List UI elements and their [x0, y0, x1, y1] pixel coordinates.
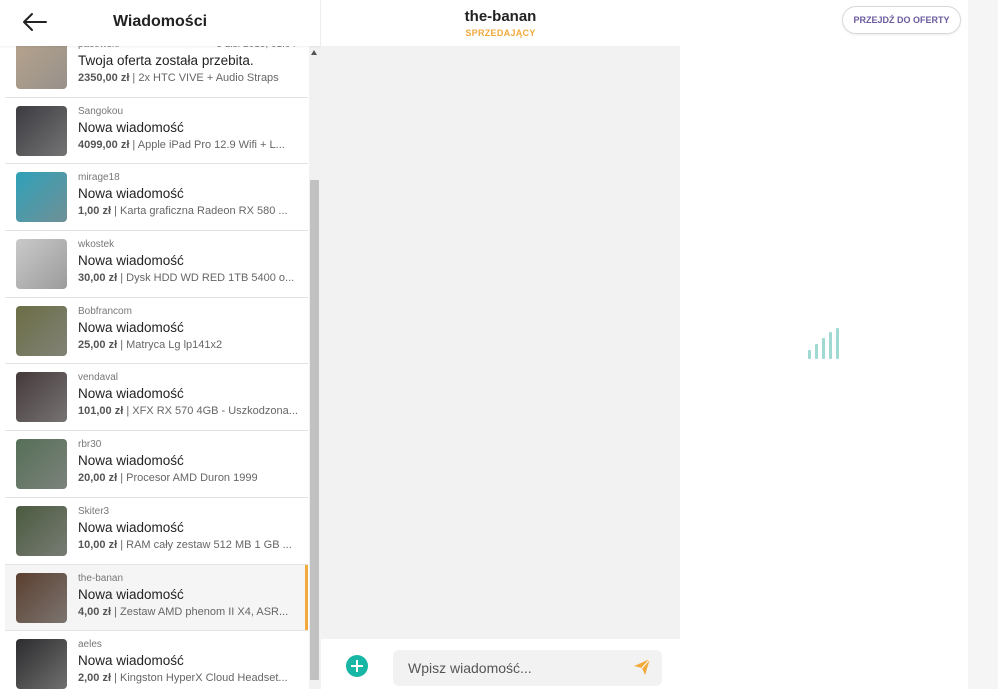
offer-price: 25,00 zł: [78, 338, 118, 351]
page-title: Wiadomości: [112, 13, 208, 30]
conversation-message-title: Nowa wiadomość: [78, 653, 184, 669]
conversation-offer-summary: 10,00 zł | RAM cały zestaw 512 MB 1 GB .…: [78, 539, 300, 551]
conversation-username: the-banan: [78, 572, 124, 584]
conversation-username: vendaval: [78, 372, 119, 384]
offer-price: 30,00 zł: [78, 272, 118, 285]
offer-price: 101,00 zł: [78, 405, 124, 418]
item-thumbnail: [16, 239, 67, 290]
offer-item-name: Dysk HDD WD RED 1TB 5400 o...: [126, 272, 295, 285]
offer-item-name: Karta graficzna Radeon RX 580 ...: [120, 205, 288, 218]
conversation-username: rbr30: [78, 439, 102, 451]
conversation-item[interactable]: mirage18 Nowa wiadomość 1,00 zł | Karta gr…: [5, 164, 308, 232]
price-separator: |: [117, 272, 127, 285]
message-input[interactable]: [393, 650, 662, 686]
offer-price: 4,00 zł: [78, 605, 112, 618]
conversation-item[interactable]: Sangokou Nowa wiadomość 4099,00 zł | Apple…: [5, 97, 308, 165]
conversation-offer-summary: 1,00 zł | Karta graficzna Radeon RX 580 …: [78, 205, 300, 217]
item-thumbnail: [16, 372, 67, 423]
chat-user-role: SPRZEDAJĄCY: [465, 28, 536, 38]
chat-username[interactable]: the-banan: [321, 8, 680, 25]
conversation-offer-summary: 2,00 zł | Kingston HyperX Cloud Headset.…: [78, 672, 300, 684]
conversation-offer-summary: 30,00 zł | Dysk HDD WD RED 1TB 5400 o...: [78, 272, 300, 284]
item-thumbnail: [16, 105, 67, 156]
conversation-message-title: Nowa wiadomość: [78, 119, 184, 135]
conversation-offer-summary: 2350,00 zł | 2x HTC VIVE + Audio Straps: [78, 72, 300, 84]
offer-price: 20,00 zł: [78, 472, 118, 485]
offer-item-name: Apple iPad Pro 12.9 Wifi + L...: [137, 138, 285, 151]
price-separator: |: [117, 538, 127, 551]
conversation-message-title: Nowa wiadomość: [78, 453, 184, 469]
conversation-username: aeles: [78, 639, 102, 651]
offer-item-name: 2x HTC VIVE + Audio Straps: [138, 72, 279, 84]
conversation-message-title: Nowa wiadomość: [78, 186, 184, 202]
page-background-edge: [968, 0, 998, 689]
conversation-item[interactable]: Skiter3 Nowa wiadomość 10,00 zł | RAM cały…: [5, 497, 308, 565]
conversation-message-title: Nowa wiadomość: [78, 386, 184, 402]
offer-item-name: Zestaw AMD phenom II X4, ASR...: [120, 605, 289, 618]
offer-price: 1,00 zł: [78, 205, 112, 218]
conversation-message-title: Nowa wiadomość: [78, 319, 184, 335]
message-composer: [321, 639, 680, 689]
offer-price: 2,00 zł: [78, 672, 112, 685]
paper-plane-icon: [634, 658, 651, 675]
conversation-panel: pacewski9 Lis. 2019, 01:04Twoja oferta z…: [0, 0, 320, 689]
offer-price: 2350,00 zł: [78, 72, 130, 84]
item-thumbnail: [16, 439, 67, 490]
price-separator: |: [111, 205, 121, 218]
item-thumbnail: [16, 39, 67, 89]
offer-price: 10,00 zł: [78, 538, 118, 551]
conversation-message-title: Nowa wiadomość: [78, 253, 184, 269]
chat-panel: the-banan SPRZEDAJĄCY: [321, 0, 680, 689]
conversation-header: Wiadomości: [0, 0, 320, 46]
conversation-offer-summary: 25,00 zł | Matryca Lg lp141x2: [78, 339, 300, 351]
scrollbar-thumb[interactable]: [310, 180, 319, 680]
conversation-offer-summary: 101,00 zł | XFX RX 570 4GB - Uszkodzona.…: [78, 405, 300, 417]
conversation-item[interactable]: rbr30 Nowa wiadomość 20,00 zł | Procesor A…: [5, 431, 308, 498]
add-attachment-button[interactable]: [346, 655, 368, 677]
conversation-list: pacewski9 Lis. 2019, 01:04Twoja oferta z…: [5, 31, 308, 689]
conversation-message-title: Nowa wiadomość: [78, 586, 184, 602]
conversation-username: mirage18: [78, 172, 120, 184]
conversation-username: Sangokou: [78, 105, 124, 117]
conversation-username: wkostek: [78, 239, 115, 251]
conversation-offer-summary: 20,00 zł | Procesor AMD Duron 1999: [78, 472, 300, 484]
conversation-username: Skiter3: [78, 505, 110, 517]
price-separator: |: [117, 338, 127, 351]
item-thumbnail: [16, 572, 67, 623]
price-separator: |: [123, 405, 133, 418]
go-to-offer-button[interactable]: PRZEJDŹ DO OFERTY: [842, 6, 961, 34]
conversation-offer-summary: 4099,00 zł | Apple iPad Pro 12.9 Wifi + …: [78, 139, 300, 151]
offer-item-name: XFX RX 570 4GB - Uszkodzona...: [132, 405, 298, 418]
chat-header: the-banan SPRZEDAJĄCY: [321, 0, 680, 46]
conversation-username: Bobfrancom: [78, 305, 132, 317]
conversation-scrollbar[interactable]: [309, 46, 320, 689]
price-separator: |: [111, 672, 121, 685]
send-button[interactable]: [633, 658, 651, 676]
item-thumbnail: [16, 172, 67, 223]
item-thumbnail: [16, 505, 67, 556]
item-thumbnail: [16, 639, 67, 689]
scroll-up-arrow-icon[interactable]: [311, 50, 317, 55]
price-separator: |: [111, 605, 121, 618]
messages-app: pacewski9 Lis. 2019, 01:04Twoja oferta z…: [0, 0, 998, 689]
conversation-message-title: Nowa wiadomość: [78, 519, 184, 535]
conversation-item[interactable]: the-banan Nowa wiadomość 4,00 zł | Zestaw …: [5, 564, 308, 632]
offer-item-name: Procesor AMD Duron 1999: [126, 472, 258, 485]
conversation-item[interactable]: vendaval Nowa wiadomość 101,00 zł | XFX RX…: [5, 364, 308, 432]
conversation-message-title: Twoja oferta została przebita.: [78, 53, 254, 68]
offer-price: 4099,00 zł: [78, 138, 130, 151]
conversation-offer-summary: 4,00 zł | Zestaw AMD phenom II X4, ASR..…: [78, 606, 300, 618]
conversation-item[interactable]: aeles Nowa wiadomość 2,00 zł | Kingston Hy…: [5, 631, 308, 689]
price-separator: |: [129, 138, 138, 151]
price-separator: |: [129, 72, 139, 84]
offer-item-name: Matryca Lg lp141x2: [126, 338, 223, 351]
item-thumbnail: [16, 305, 67, 356]
offer-item-name: Kingston HyperX Cloud Headset...: [120, 672, 288, 685]
offer-item-name: RAM cały zestaw 512 MB 1 GB ...: [126, 538, 292, 551]
loading-bars-icon: [808, 328, 842, 362]
price-separator: |: [117, 472, 127, 485]
conversation-item[interactable]: Bobfrancom Nowa wiadomość 25,00 zł | Matry…: [5, 297, 308, 365]
conversation-item[interactable]: wkostek Nowa wiadomość 30,00 zł | Dysk HDD…: [5, 231, 308, 298]
offer-panel: PRZEJDŹ DO OFERTY: [680, 0, 968, 689]
